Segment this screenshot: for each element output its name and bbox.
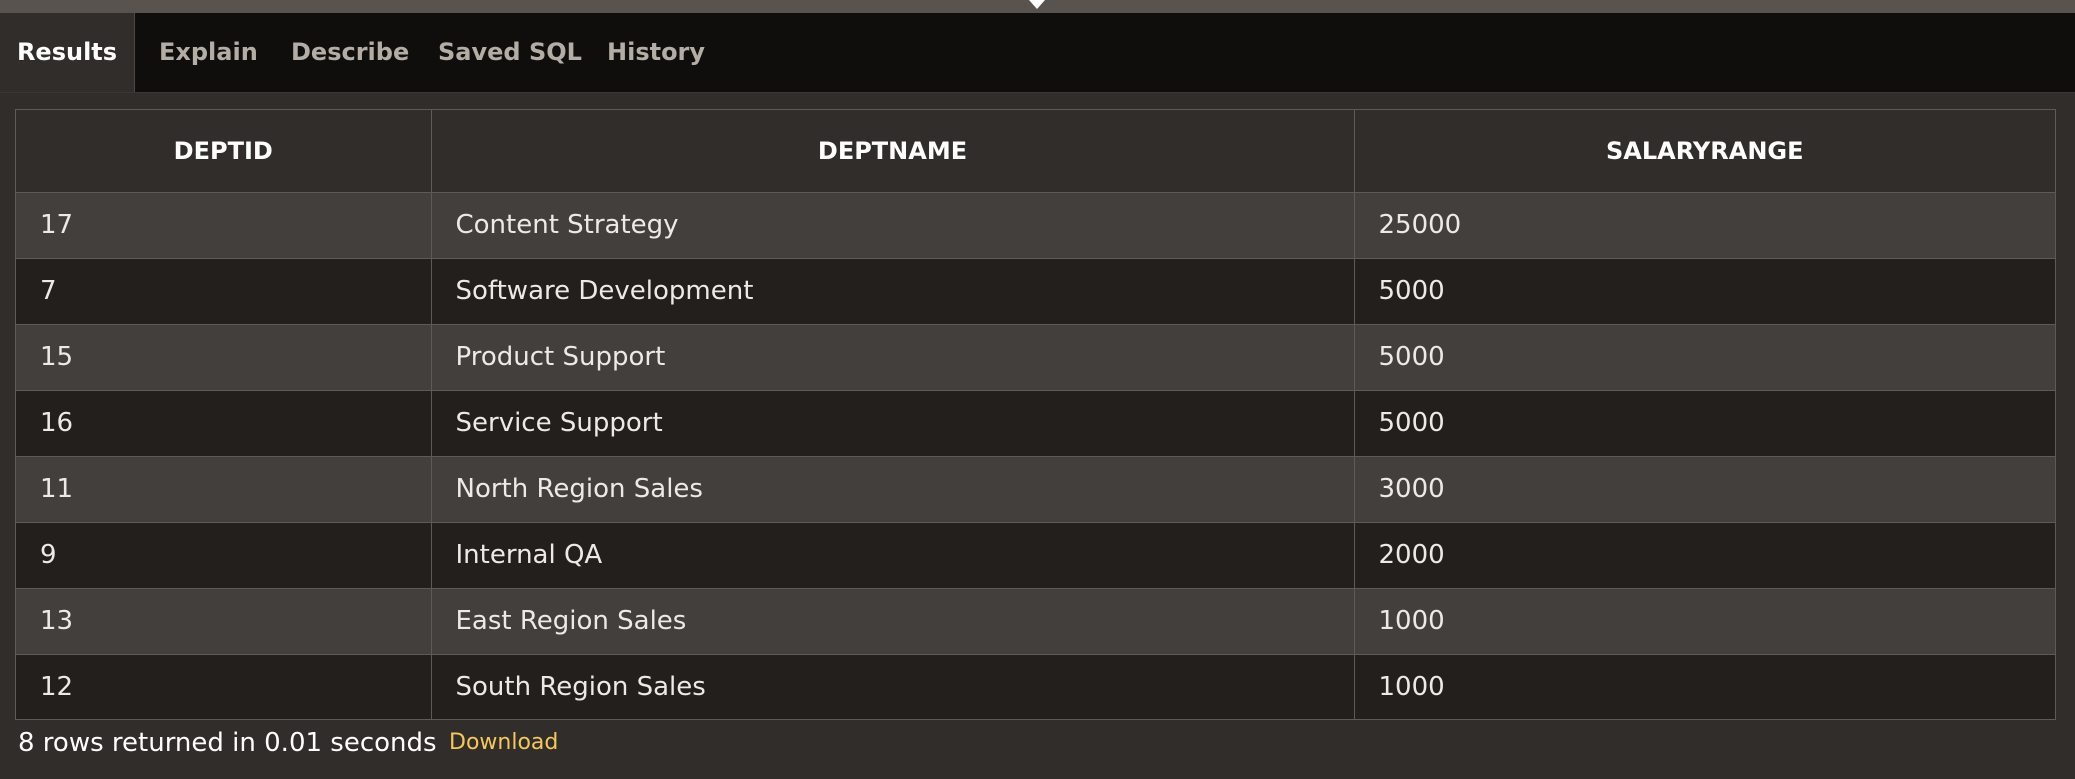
cell-deptname: Service Support (430, 389, 1355, 457)
cell-salaryrange: 5000 (1353, 389, 2055, 457)
cell-salaryrange: 5000 (1353, 323, 2055, 391)
column-header-deptid[interactable]: DEPTID (16, 110, 432, 193)
cell-salaryrange: 1000 (1353, 653, 2055, 719)
tab-saved-sql[interactable]: Saved SQL (438, 13, 582, 92)
cell-salaryrange: 1000 (1353, 587, 2055, 655)
table-row: 12 South Region Sales 1000 (16, 653, 2055, 719)
table-row: 9 Internal QA 2000 (16, 521, 2055, 589)
collapse-triangle-icon[interactable] (1029, 0, 1045, 9)
tab-results[interactable]: Results (0, 13, 135, 92)
cell-deptname: North Region Sales (430, 455, 1355, 523)
tab-describe[interactable]: Describe (291, 13, 409, 92)
cell-deptid: 16 (16, 389, 432, 457)
tab-bar: Results Explain Describe Saved SQL Histo… (0, 13, 2075, 93)
cell-deptid: 9 (16, 521, 432, 589)
cell-salaryrange: 5000 (1353, 257, 2055, 325)
column-header-deptname[interactable]: DEPTNAME (430, 110, 1355, 193)
cell-deptid: 17 (16, 191, 432, 259)
table-row: 17 Content Strategy 25000 (16, 191, 2055, 259)
table-row: 11 North Region Sales 3000 (16, 455, 2055, 523)
table-row: 13 East Region Sales 1000 (16, 587, 2055, 655)
table-row: 16 Service Support 5000 (16, 389, 2055, 457)
cell-salaryrange: 2000 (1353, 521, 2055, 589)
column-header-salaryrange[interactable]: SALARYRANGE (1353, 110, 2055, 193)
cell-deptid: 13 (16, 587, 432, 655)
cell-deptname: Product Support (430, 323, 1355, 391)
cell-deptid: 15 (16, 323, 432, 391)
cell-salaryrange: 3000 (1353, 455, 2055, 523)
table-row: 7 Software Development 5000 (16, 257, 2055, 325)
cell-deptid: 7 (16, 257, 432, 325)
cell-deptid: 11 (16, 455, 432, 523)
cell-deptid: 12 (16, 653, 432, 719)
cell-deptname: Content Strategy (430, 191, 1355, 259)
table-header-row: DEPTID DEPTNAME SALARYRANGE (16, 110, 2055, 193)
row-count-status: 8 rows returned in 0.01 seconds (18, 728, 437, 758)
cell-deptname: South Region Sales (430, 653, 1355, 719)
tab-explain[interactable]: Explain (159, 13, 258, 92)
cell-salaryrange: 25000 (1353, 191, 2055, 259)
download-link[interactable]: Download (449, 727, 558, 759)
results-grid: DEPTID DEPTNAME SALARYRANGE 17 Content S… (15, 109, 2056, 720)
tab-history[interactable]: History (607, 13, 705, 92)
cell-deptname: East Region Sales (430, 587, 1355, 655)
table-row: 15 Product Support 5000 (16, 323, 2055, 391)
cell-deptname: Software Development (430, 257, 1355, 325)
cell-deptname: Internal QA (430, 521, 1355, 589)
